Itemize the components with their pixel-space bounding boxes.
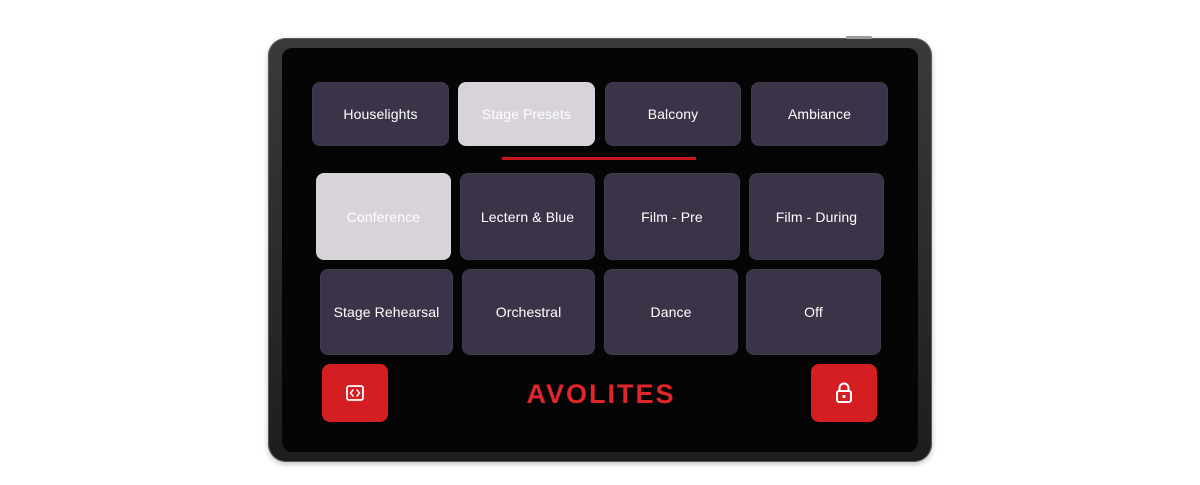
code-view-button[interactable] <box>322 364 388 422</box>
tab-ambiance[interactable]: Ambiance <box>751 82 888 146</box>
brand-wordmark: AVOLITES <box>526 379 675 409</box>
tab-stage-presets[interactable]: Stage Presets <box>458 82 595 146</box>
tab-balcony[interactable]: Balcony <box>605 82 741 146</box>
lock-icon <box>833 381 855 405</box>
lock-button[interactable] <box>811 364 877 422</box>
device-power-button <box>846 36 872 39</box>
preset-button-off[interactable]: Off <box>746 269 881 355</box>
preset-button-lectern-blue[interactable]: Lectern & Blue <box>460 173 595 260</box>
preset-button-film-pre[interactable]: Film - Pre <box>604 173 740 260</box>
preset-button-orchestral[interactable]: Orchestral <box>462 269 595 355</box>
code-brackets-icon <box>344 382 366 404</box>
tab-houselights[interactable]: Houselights <box>312 82 449 146</box>
active-tab-indicator <box>502 157 696 160</box>
preset-button-stage-rehearsal[interactable]: Stage Rehearsal <box>320 269 453 355</box>
stage: Houselights Stage Presets Balcony Ambian… <box>0 0 1200 485</box>
avolites-logo: AVOLITES <box>476 374 726 414</box>
preset-button-conference[interactable]: Conference <box>316 173 451 260</box>
preset-button-film-during[interactable]: Film - During <box>749 173 884 260</box>
preset-button-dance[interactable]: Dance <box>604 269 738 355</box>
